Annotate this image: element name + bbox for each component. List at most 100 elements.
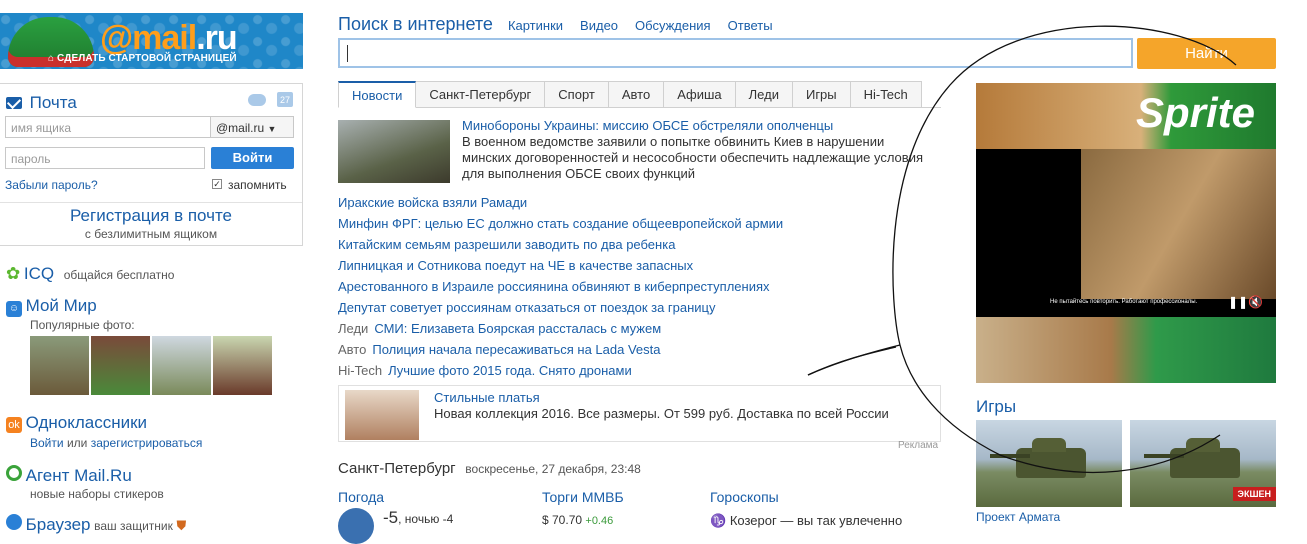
popular-photo[interactable] <box>152 336 211 395</box>
search-link-answers[interactable]: Ответы <box>728 18 773 33</box>
make-startpage-link[interactable]: ⌂ СДЕЛАТЬ СТАРТОВОЙ СТРАНИЦЕЙ <box>48 53 237 64</box>
stocks-usd: $ 70.70 +0.46 <box>542 513 613 527</box>
cloud-icon[interactable] <box>248 94 266 106</box>
moimir-icon: ☺ <box>6 301 22 317</box>
ad-image[interactable] <box>345 390 419 440</box>
weather-temp: -5, ночью -4 <box>383 508 453 528</box>
news-link[interactable]: Депутат советует россиянам отказаться от… <box>338 300 716 315</box>
news-item[interactable]: Минфин ФРГ: целью ЕС должно стать создан… <box>338 216 783 231</box>
tab-afisha[interactable]: Афиша <box>664 81 736 108</box>
city-header: Санкт-Петербург воскресенье, 27 декабря,… <box>338 460 641 477</box>
news-item[interactable]: Китайским семьям разрешили заводить по д… <box>338 237 675 252</box>
shield-icon: ⛊ <box>176 518 187 533</box>
tab-auto[interactable]: Авто <box>608 81 665 108</box>
news-item[interactable]: Липницкая и Сотникова поедут на ЧЕ в кач… <box>338 258 693 273</box>
agent-row[interactable]: Агент Mail.Ru <box>6 465 132 486</box>
ok-title[interactable]: Одноклассники <box>26 413 147 432</box>
home-icon: ⌂ <box>48 53 55 64</box>
envelope-icon <box>6 97 22 109</box>
news-link[interactable]: Минфин ФРГ: целью ЕС должно стать создан… <box>338 216 783 231</box>
mail-login-box: Почта 27 имя ящика @mail.ru ▼ пароль Вой… <box>0 83 303 246</box>
domain-select[interactable]: @mail.ru ▼ <box>210 116 294 138</box>
popular-photo[interactable] <box>91 336 150 395</box>
icq-row[interactable]: ✿ ICQ общайся бесплатно <box>6 264 174 284</box>
game-title[interactable]: Проект Армата <box>976 510 1060 524</box>
popular-photo[interactable] <box>213 336 272 395</box>
ok-or: или <box>66 436 88 450</box>
news-link[interactable]: Лучшие фото 2015 года. Снято дронами <box>388 363 632 378</box>
lead-news-image[interactable] <box>338 120 450 183</box>
mailru-logo[interactable]: @mail.ru ⌂ СДЕЛАТЬ СТАРТОВОЙ СТРАНИЦЕЙ <box>0 13 303 69</box>
search-link-video[interactable]: Видео <box>580 18 618 33</box>
horoscope-title[interactable]: Гороскопы <box>710 489 779 505</box>
search-header: Поиск в интернете Картинки Видео Обсужде… <box>338 14 785 35</box>
calendar-icon[interactable]: 27 <box>277 92 293 107</box>
news-item[interactable]: Hi-Tech Лучшие фото 2015 года. Снято дрон… <box>338 363 632 378</box>
news-link[interactable]: Иракские войска взяли Рамади <box>338 195 527 210</box>
divider <box>0 202 302 203</box>
agent-icon <box>6 465 22 481</box>
news-link[interactable]: СМИ: Елизавета Боярская рассталась с муж… <box>374 321 661 336</box>
browser-title[interactable]: Браузер <box>26 515 91 534</box>
news-category[interactable]: Hi-Tech <box>338 363 382 378</box>
browser-row[interactable]: Браузер ваш защитник ⛊ <box>6 514 186 535</box>
icq-flower-icon: ✿ <box>6 264 21 283</box>
genre-badge: ЭКШЕН <box>1232 487 1276 501</box>
freehand-annotation <box>807 25 1237 474</box>
usd-change: +0.46 <box>585 515 614 527</box>
lead-news-title[interactable]: Минобороны Украины: миссию ОБСЕ обстреля… <box>462 118 833 133</box>
usd-value: $ 70.70 <box>542 513 583 527</box>
forgot-password-link[interactable]: Забыли пароль? <box>5 178 98 192</box>
news-item[interactable]: Иракские войска взяли Рамади <box>338 195 527 210</box>
city-date: воскресенье, 27 декабря, 23:48 <box>465 462 641 476</box>
icq-title[interactable]: ICQ <box>24 264 54 283</box>
weather-night: , ночью -4 <box>398 512 454 526</box>
capricorn-icon: ♑ <box>710 513 727 528</box>
news-link[interactable]: Китайским семьям разрешили заводить по д… <box>338 237 675 252</box>
text-cursor <box>347 45 348 62</box>
news-item[interactable]: Леди СМИ: Елизавета Боярская рассталась с… <box>338 321 661 336</box>
browser-sub: ваш защитник <box>94 519 173 533</box>
ad-title[interactable]: Стильные платья <box>434 390 540 405</box>
ok-login-link[interactable]: Войти <box>30 436 64 450</box>
news-category[interactable]: Авто <box>338 342 366 357</box>
remember-label: запомнить <box>228 178 287 192</box>
ok-row[interactable]: ok Одноклассники <box>6 413 147 433</box>
news-item[interactable]: Депутат советует россиянам отказаться от… <box>338 300 716 315</box>
news-category[interactable]: Леди <box>338 321 368 336</box>
ok-register-link[interactable]: зарегистрироваться <box>91 436 203 450</box>
agent-sub: новые наборы стикеров <box>30 487 164 501</box>
remember-checkbox[interactable]: ✓ <box>212 179 222 189</box>
search-link-discussions[interactable]: Обсуждения <box>635 18 711 33</box>
tab-lady[interactable]: Леди <box>735 81 793 108</box>
news-link[interactable]: Полиция начала пересаживаться на Lada Ve… <box>372 342 660 357</box>
tab-spb[interactable]: Санкт-Петербург <box>416 81 546 108</box>
search-link-images[interactable]: Картинки <box>508 18 563 33</box>
register-sub: с безлимитным ящиком <box>84 227 218 241</box>
news-item[interactable]: Арестованного в Израиле россиянина обвин… <box>338 279 770 294</box>
stocks-title[interactable]: Торги ММВБ <box>542 489 624 505</box>
popular-photo[interactable] <box>30 336 89 395</box>
tab-sport[interactable]: Спорт <box>545 81 609 108</box>
ok-links: Войти или зарегистрироваться <box>30 436 202 450</box>
register-link[interactable]: Регистрация в почте <box>0 206 302 226</box>
odnoklassniki-icon: ok <box>6 417 22 433</box>
password-field[interactable]: пароль <box>5 147 205 169</box>
agent-title[interactable]: Агент Mail.Ru <box>26 466 132 485</box>
horoscope-line: Козерог — вы так увлеченно <box>729 513 903 528</box>
news-link[interactable]: Липницкая и Сотникова поедут на ЧЕ в кач… <box>338 258 693 273</box>
moimir-title[interactable]: Мой Мир <box>26 296 97 315</box>
username-field[interactable]: имя ящика <box>5 116 211 138</box>
weather-title[interactable]: Погода <box>338 489 384 505</box>
tab-news[interactable]: Новости <box>338 81 417 108</box>
login-button[interactable]: Войти <box>211 147 294 169</box>
moimir-row[interactable]: ☺ Мой Мир <box>6 296 97 317</box>
mail-title[interactable]: Почта <box>30 93 77 112</box>
chevron-down-icon: ▼ <box>267 124 277 134</box>
news-item[interactable]: Авто Полиция начала пересаживаться на Lad… <box>338 342 660 357</box>
news-link[interactable]: Арестованного в Израиле россиянина обвин… <box>338 279 770 294</box>
mail-title-row[interactable]: Почта <box>6 93 77 113</box>
weather-moon-icon <box>338 508 374 544</box>
city-name[interactable]: Санкт-Петербург <box>338 460 456 477</box>
weather-temp-value: -5 <box>383 508 399 527</box>
